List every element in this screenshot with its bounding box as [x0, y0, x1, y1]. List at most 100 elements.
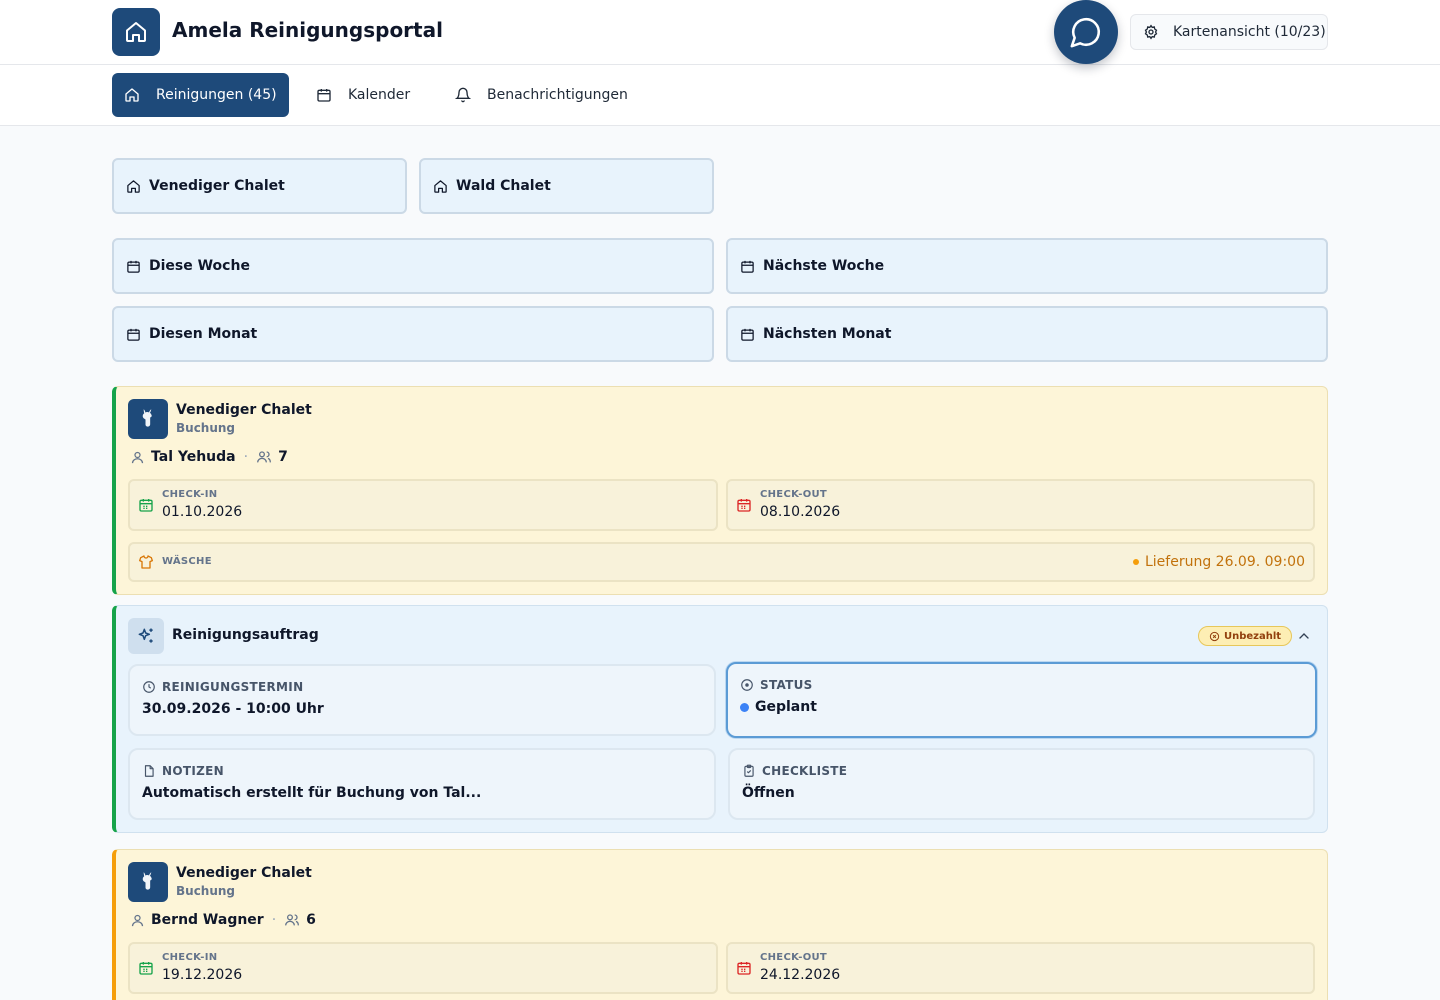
- property-name: Venediger Chalet: [176, 402, 312, 418]
- chat-bubble-icon: [1070, 17, 1101, 48]
- bell-icon: [455, 87, 471, 103]
- home-icon: [125, 88, 139, 102]
- guest-name: Bernd Wagner: [151, 912, 264, 928]
- badge-label: Unbezahlt: [1224, 630, 1282, 642]
- calendar-icon: [127, 328, 140, 341]
- users-icon: [257, 451, 272, 463]
- filter-next-month[interactable]: Nächsten Monat: [726, 306, 1328, 362]
- checkin-label: CHECK-IN: [162, 952, 218, 963]
- checklist-value: Öffnen: [742, 785, 795, 801]
- shirt-icon: [139, 555, 153, 569]
- clipboard-check-icon: [744, 764, 754, 777]
- chat-button[interactable]: [1054, 0, 1118, 64]
- home-logo-icon[interactable]: [112, 8, 160, 56]
- x-circle-icon: [1209, 631, 1220, 641]
- payment-status-badge: Unbezahlt: [1198, 626, 1293, 646]
- checkout-box: CHECK-OUT 08.10.2026: [726, 479, 1315, 531]
- calendar-check-icon: [139, 499, 153, 512]
- cleaning-date-label: REINIGUNGSTERMIN: [162, 680, 304, 694]
- checkout-date: 08.10.2026: [760, 504, 841, 520]
- separator-dot: ·: [243, 449, 249, 465]
- calendar-icon: [741, 260, 754, 273]
- notes-box[interactable]: NOTIZEN Automatisch erstellt für Buchung…: [128, 748, 716, 820]
- property-name: Venediger Chalet: [176, 865, 312, 881]
- filter-property-wald[interactable]: Wald Chalet: [419, 158, 714, 214]
- calendar-icon: [317, 89, 331, 102]
- user-icon: [131, 451, 144, 463]
- booking-type: Buchung: [176, 884, 236, 898]
- tab-label: Benachrichtigungen: [487, 87, 628, 103]
- checkout-box: CHECK-OUT 24.12.2026: [726, 942, 1315, 994]
- filter-this-week[interactable]: Diese Woche: [112, 238, 714, 294]
- delivery-dot: [1132, 559, 1139, 565]
- guest-count: 7: [278, 449, 288, 465]
- filter-property-venediger[interactable]: Venediger Chalet: [112, 158, 407, 214]
- main-nav: Reinigungen (45) Kalender Benachrichtigu…: [0, 65, 1440, 126]
- checkin-date: 19.12.2026: [162, 967, 243, 983]
- booking-card[interactable]: Venediger Chalet Buchung Tal Yehuda · 7 …: [112, 386, 1328, 595]
- cleaning-order-card[interactable]: Reinigungsauftrag Unbezahlt REINIGUNGSTE…: [112, 605, 1328, 833]
- calendar-icon: [741, 328, 754, 341]
- booking-type: Buchung: [176, 421, 236, 435]
- sparkles-icon: [128, 618, 164, 654]
- goat-logo-icon: [128, 862, 168, 902]
- separator-dot: ·: [271, 912, 277, 928]
- filter-this-month[interactable]: Diesen Monat: [112, 306, 714, 362]
- filter-label: Diese Woche: [149, 258, 250, 274]
- status-value: Geplant: [740, 699, 817, 715]
- home-icon: [434, 179, 447, 193]
- cleaning-date-box[interactable]: REINIGUNGSTERMIN 30.09.2026 - 10:00 Uhr: [128, 664, 716, 736]
- tab-label: Reinigungen (45): [156, 87, 277, 103]
- filter-label: Venediger Chalet: [149, 178, 285, 194]
- filter-label: Wald Chalet: [456, 178, 551, 194]
- checkout-label: CHECK-OUT: [760, 952, 828, 963]
- gear-icon: [1144, 24, 1158, 40]
- calendar-x-icon: [737, 962, 751, 975]
- map-view-label: Kartenansicht (10/23): [1173, 24, 1326, 40]
- delivery-text: Lieferung 26.09. 09:00: [1144, 554, 1305, 570]
- calendar-x-icon: [737, 499, 751, 512]
- status-box[interactable]: STATUS Geplant: [726, 662, 1317, 738]
- notes-label: NOTIZEN: [162, 764, 224, 778]
- notes-value: Automatisch erstellt für Buchung von Tal…: [142, 785, 482, 801]
- cleaning-title: Reinigungsauftrag: [172, 627, 319, 643]
- tab-calendar[interactable]: Kalender: [316, 73, 410, 117]
- filter-next-week[interactable]: Nächste Woche: [726, 238, 1328, 294]
- user-icon: [131, 914, 144, 926]
- chevron-up-icon[interactable]: [1296, 628, 1312, 644]
- status-label: STATUS: [760, 678, 813, 692]
- checkin-date: 01.10.2026: [162, 504, 243, 520]
- app-header: Amela Reinigungsportal Kartenansicht (10…: [0, 0, 1440, 65]
- filter-label: Nächste Woche: [763, 258, 885, 274]
- tab-notifications[interactable]: Benachrichtigungen: [455, 73, 628, 117]
- filter-label: Nächsten Monat: [763, 326, 892, 342]
- users-icon: [285, 914, 300, 926]
- status-text: Geplant: [755, 699, 817, 715]
- checkout-date: 24.12.2026: [760, 967, 841, 983]
- map-view-button[interactable]: Kartenansicht (10/23): [1130, 14, 1328, 50]
- cleaning-date-value: 30.09.2026 - 10:00 Uhr: [142, 701, 324, 717]
- guest-count: 6: [306, 912, 316, 928]
- file-icon: [144, 765, 154, 777]
- calendar-check-icon: [139, 962, 153, 975]
- checkin-box: CHECK-IN 01.10.2026: [128, 479, 718, 531]
- checklist-label: CHECKLISTE: [762, 764, 848, 778]
- guest-row: Bernd Wagner · 6: [130, 912, 316, 928]
- checkout-label: CHECK-OUT: [760, 489, 828, 500]
- status-dot: [740, 702, 749, 712]
- checkin-label: CHECK-IN: [162, 489, 218, 500]
- goat-logo-icon: [128, 399, 168, 439]
- guest-row: Tal Yehuda · 7: [130, 449, 288, 465]
- home-icon: [127, 179, 140, 193]
- laundry-delivery: Lieferung 26.09. 09:00: [1132, 554, 1305, 570]
- status-circle-icon: [741, 679, 753, 691]
- tab-cleanings[interactable]: Reinigungen (45): [112, 73, 289, 117]
- tab-label: Kalender: [348, 87, 411, 103]
- laundry-box: WÄSCHE Lieferung 26.09. 09:00: [128, 542, 1315, 582]
- guest-name: Tal Yehuda: [151, 449, 236, 465]
- calendar-icon: [127, 260, 140, 273]
- booking-card[interactable]: Venediger Chalet Buchung Bernd Wagner · …: [112, 849, 1328, 1000]
- filter-label: Diesen Monat: [149, 326, 258, 342]
- checklist-box[interactable]: CHECKLISTE Öffnen: [728, 748, 1315, 820]
- app-title: Amela Reinigungsportal: [172, 18, 443, 42]
